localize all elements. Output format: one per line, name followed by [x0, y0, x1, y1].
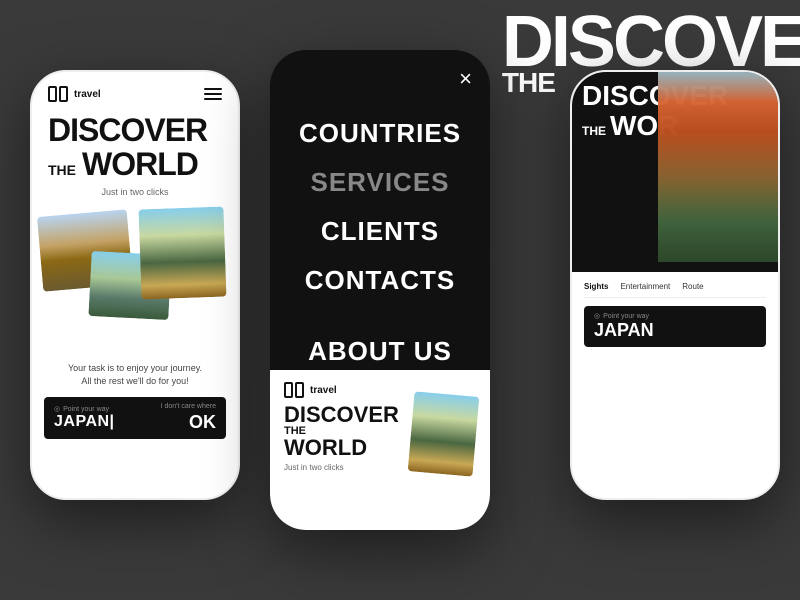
phone1-logo: travel [48, 86, 101, 102]
phone2-world: WORLD [284, 437, 403, 459]
phone3-search-box[interactable]: Point your way JAPAN [584, 306, 766, 347]
phone2-logo-sq-left [284, 382, 293, 398]
nav-item-services[interactable]: SERVICES [310, 159, 449, 206]
phone1-input-value: JAPAN| [54, 413, 161, 431]
phone1-input-left: Point your way JAPAN| [54, 405, 161, 431]
phone3-the: THE [582, 124, 606, 138]
logo-sq-left [48, 86, 57, 102]
phones-container: DISCOVE THE WOR travel DISCOVER [0, 0, 800, 600]
phone2-subtitle: Just in two clicks [284, 463, 403, 472]
phone1-desc-line1: Your task is to enjoy your journey. [68, 363, 202, 373]
dd-logo-icon [48, 86, 70, 102]
phone3-search-hint: Point your way [594, 312, 756, 320]
phone2-corner-image [408, 391, 480, 476]
hamburger-menu[interactable] [204, 88, 222, 100]
phone2-bottom-preview: travel DISCOVER THE WORLD Just in two cl… [270, 370, 490, 530]
phone3-top: DISCOVER THE WOR [572, 72, 778, 272]
phone2-logo-sq-right [295, 382, 304, 398]
close-button[interactable]: × [459, 66, 472, 92]
nav-item-countries[interactable]: COUNTRIES [299, 110, 461, 157]
hamburger-line-2 [204, 93, 222, 95]
phone1-discover-text: DISCOVER [48, 114, 222, 146]
phone1-header: travel [32, 72, 238, 110]
phone-3: DISCOVER THE WOR Sights Entertainment Ro… [570, 70, 780, 500]
phone-1: travel DISCOVER THE WORLD Just in two cl… [30, 70, 240, 500]
phone1-img-3-inner [138, 207, 226, 300]
phone2-corner-image-inner [408, 391, 480, 476]
hamburger-line-1 [204, 88, 222, 90]
phone2-hero-text: DISCOVER THE WORLD Just in two clicks [284, 404, 476, 474]
logo-brand: travel [74, 89, 101, 100]
nav-item-about[interactable]: ABOUT US [308, 328, 452, 375]
phone1-hero: DISCOVER THE WORLD [32, 110, 238, 183]
phone2-bottom-logo: travel [284, 382, 337, 398]
tab-entertainment[interactable]: Entertainment [620, 282, 670, 291]
hamburger-line-3 [204, 98, 222, 100]
phone3-pagoda-overlay [658, 72, 778, 262]
phone1-world-text: WORLD [82, 146, 198, 183]
phone3-bottom: Sights Entertainment Route Point your wa… [572, 272, 778, 361]
phone3-search-value: JAPAN [594, 320, 756, 341]
phone2-dd-logo [284, 382, 306, 398]
tab-route[interactable]: Route [682, 282, 703, 291]
phone1-idc-text: I don't care where [161, 403, 216, 410]
phone1-the-text: THE [48, 162, 76, 178]
phone1-img-3 [138, 207, 226, 300]
phone1-images [40, 203, 230, 358]
phone2-nav: COUNTRIES SERVICES CLIENTS CONTACTS ABOU… [270, 50, 490, 375]
phone1-description: Your task is to enjoy your journey. All … [32, 358, 238, 391]
phone1-ok-button[interactable]: OK [179, 412, 216, 433]
phone1-input-hint: Point your way [54, 405, 161, 413]
phone1-the-world: THE WORLD [48, 146, 222, 183]
tab-sights[interactable]: Sights [584, 282, 608, 291]
phone1-subtitle: Just in two clicks [32, 187, 238, 197]
phone3-corner-image [658, 72, 778, 262]
phone3-tabs: Sights Entertainment Route [584, 282, 766, 298]
phone2-discover: DISCOVER [284, 404, 403, 426]
phone-2: × COUNTRIES SERVICES CLIENTS CONTACTS AB… [270, 50, 490, 530]
phone1-desc-line2: All the rest we'll do for you! [81, 376, 188, 386]
nav-item-contacts[interactable]: CONTACTS [305, 257, 456, 304]
phone2-hero-left: DISCOVER THE WORLD Just in two clicks [284, 404, 403, 474]
phone1-input-area[interactable]: Point your way JAPAN| I don't care where… [44, 397, 226, 439]
phone2-logo-brand: travel [310, 385, 337, 396]
logo-sq-right [59, 86, 68, 102]
nav-item-clients[interactable]: CLIENTS [321, 208, 439, 255]
